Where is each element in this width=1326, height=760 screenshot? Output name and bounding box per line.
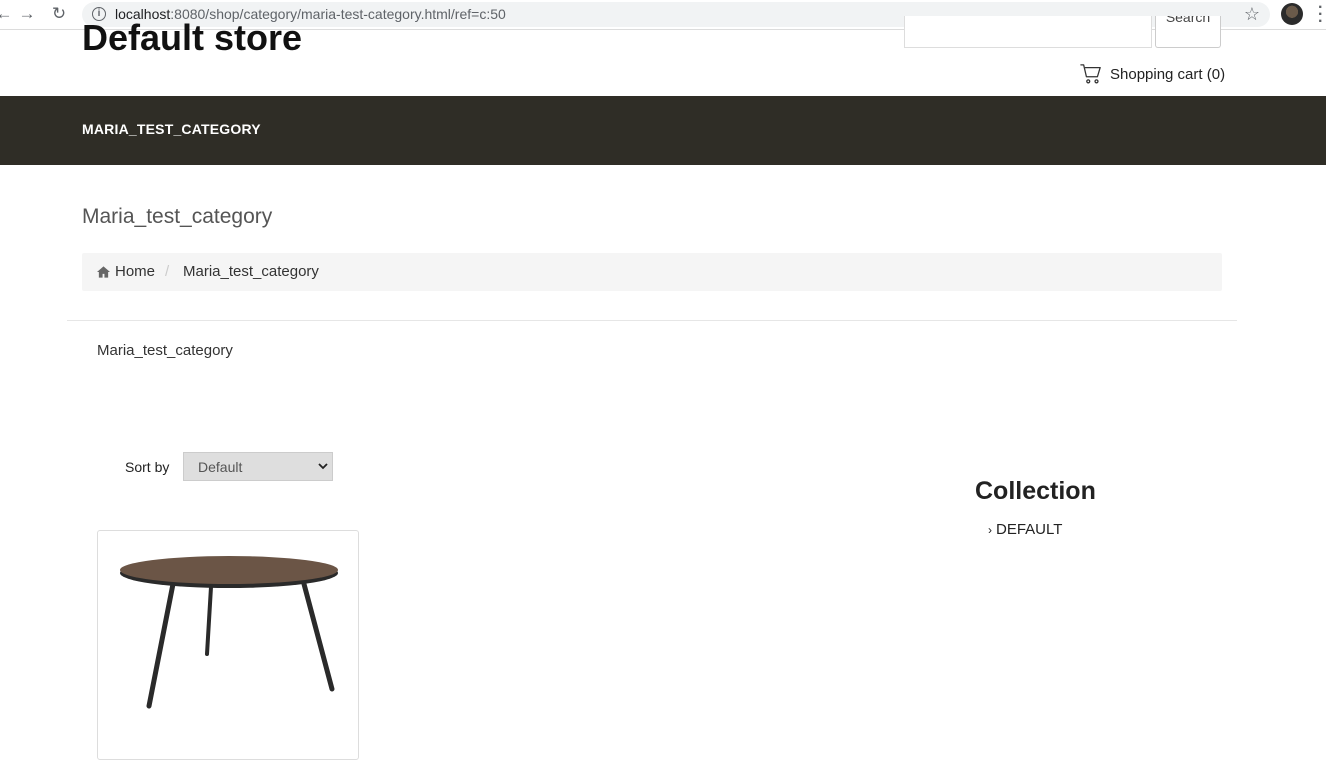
category-description: Maria_test_category — [97, 342, 233, 359]
sort-select[interactable]: Default — [183, 452, 333, 481]
shopping-cart-link[interactable]: Shopping cart (0) — [1080, 63, 1225, 85]
chevron-down-icon — [318, 463, 328, 470]
breadcrumb: Home / Maria_test_category — [82, 253, 1222, 291]
collection-item-default[interactable]: › DEFAULT — [988, 521, 1062, 538]
cart-label: Shopping cart (0) — [1110, 65, 1226, 83]
bookmark-star-icon[interactable]: ☆ — [1244, 4, 1260, 25]
sort-label: Sort by — [125, 459, 170, 475]
forward-icon[interactable]: → — [17, 4, 37, 24]
sort-selected-value: Default — [198, 459, 243, 475]
back-icon[interactable]: ← — [0, 4, 14, 24]
profile-avatar[interactable] — [1281, 3, 1303, 25]
breadcrumb-separator: / — [165, 263, 170, 280]
main-navbar: MARIA_TEST_CATEGORY — [0, 96, 1326, 165]
product-image[interactable] — [114, 549, 344, 714]
product-card[interactable] — [97, 530, 359, 760]
store-title[interactable]: Default store — [82, 14, 302, 62]
divider — [67, 320, 1237, 321]
breadcrumb-home-label: Home — [115, 263, 156, 280]
menu-kebab-icon[interactable]: · · · — [1318, 0, 1323, 30]
collection-item-label: DEFAULT — [996, 521, 1063, 538]
breadcrumb-current: Maria_test_category — [183, 263, 319, 280]
cart-icon — [1080, 64, 1101, 84]
reload-icon[interactable]: ↻ — [49, 4, 69, 24]
page-title: Maria_test_category — [82, 205, 273, 228]
search-button-label: Search — [1165, 16, 1211, 25]
search-input[interactable] — [904, 16, 1152, 48]
search-button[interactable]: Search — [1155, 16, 1221, 48]
nav-item-category[interactable]: MARIA_TEST_CATEGORY — [82, 121, 261, 137]
chevron-right-icon: › — [988, 522, 992, 537]
home-icon — [97, 265, 110, 278]
collection-title: Collection — [975, 477, 1096, 505]
breadcrumb-home-link[interactable]: Home — [97, 263, 155, 280]
